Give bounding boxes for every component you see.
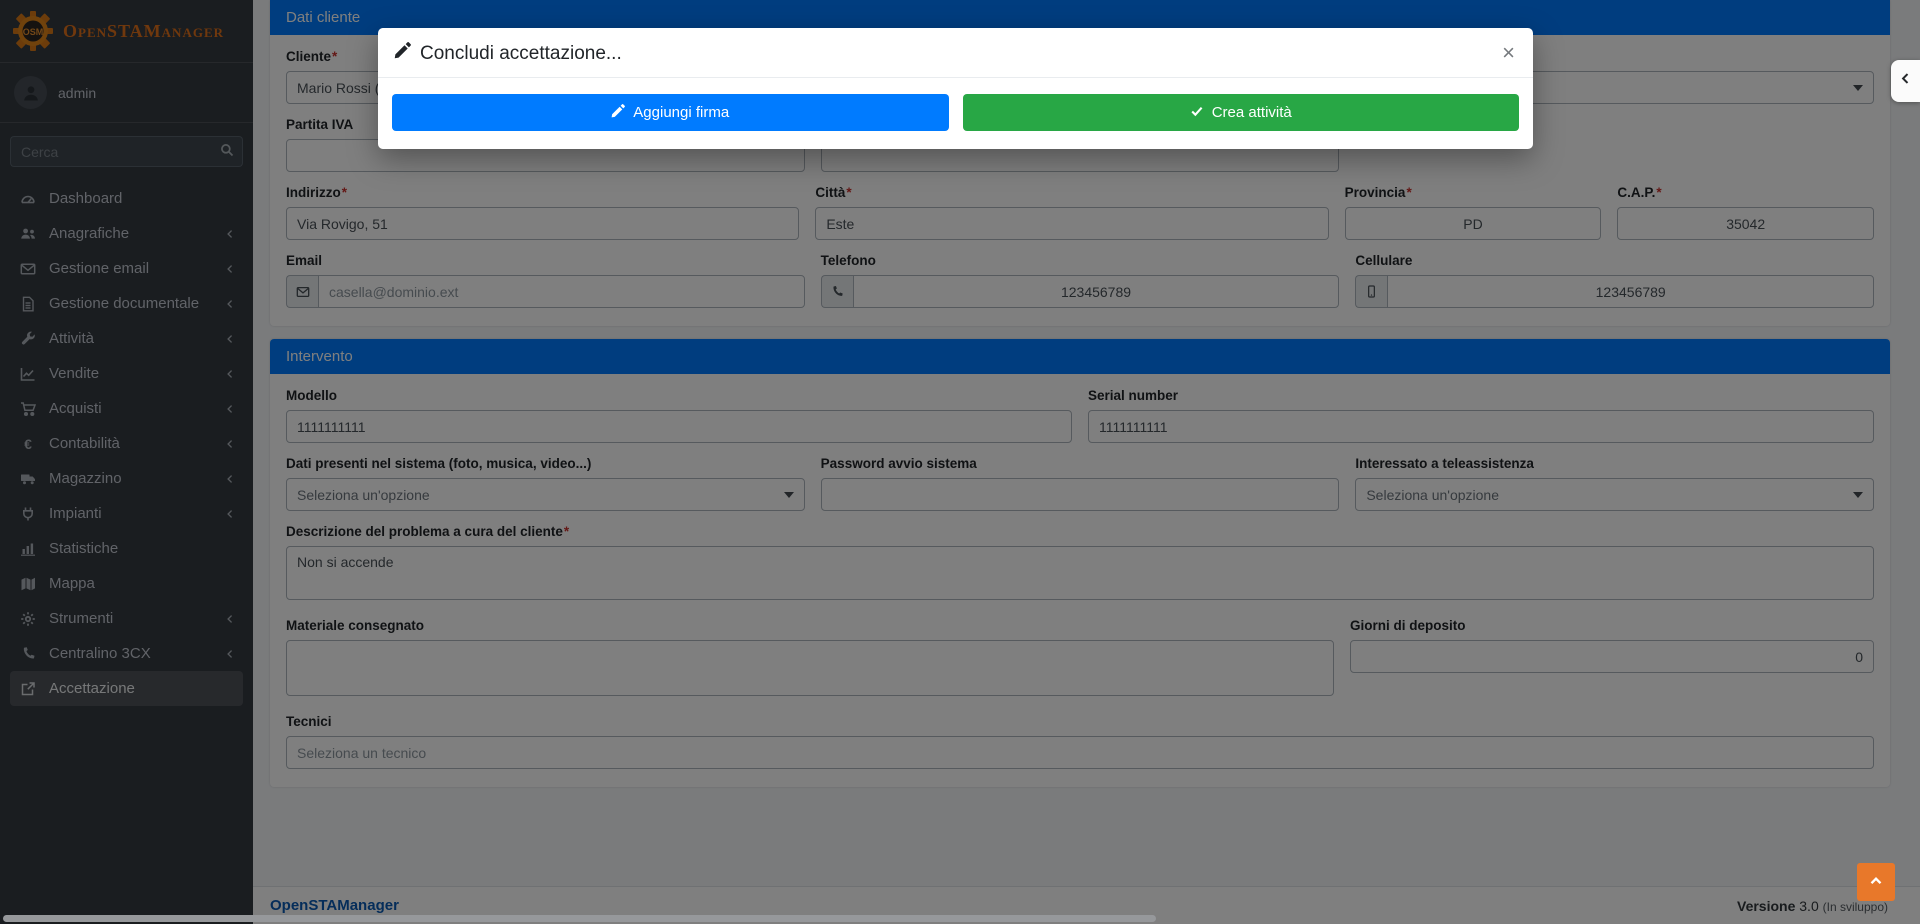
horizontal-scrollbar-thumb[interactable]: [3, 915, 1156, 922]
modal-title: Concludi accettazione...: [394, 42, 622, 65]
pencil-icon: [611, 104, 625, 122]
scroll-to-top-button[interactable]: [1857, 863, 1895, 901]
chevron-up-icon: [1868, 873, 1884, 892]
modal-header: Concludi accettazione... ×: [378, 28, 1533, 78]
close-icon[interactable]: ×: [1500, 42, 1517, 64]
aggiungi-firma-button[interactable]: Aggiungi firma: [392, 94, 949, 131]
chevron-left-icon: [1899, 72, 1912, 90]
crea-attivita-modal-button[interactable]: Crea attività: [963, 94, 1520, 131]
right-panel-toggle[interactable]: [1891, 60, 1920, 102]
pencil-icon: [394, 42, 411, 65]
concludi-accettazione-modal: Concludi accettazione... × Aggiungi firm…: [378, 28, 1533, 149]
modal-footer: Aggiungi firma Crea attività: [378, 78, 1533, 149]
check-icon: [1190, 104, 1204, 122]
